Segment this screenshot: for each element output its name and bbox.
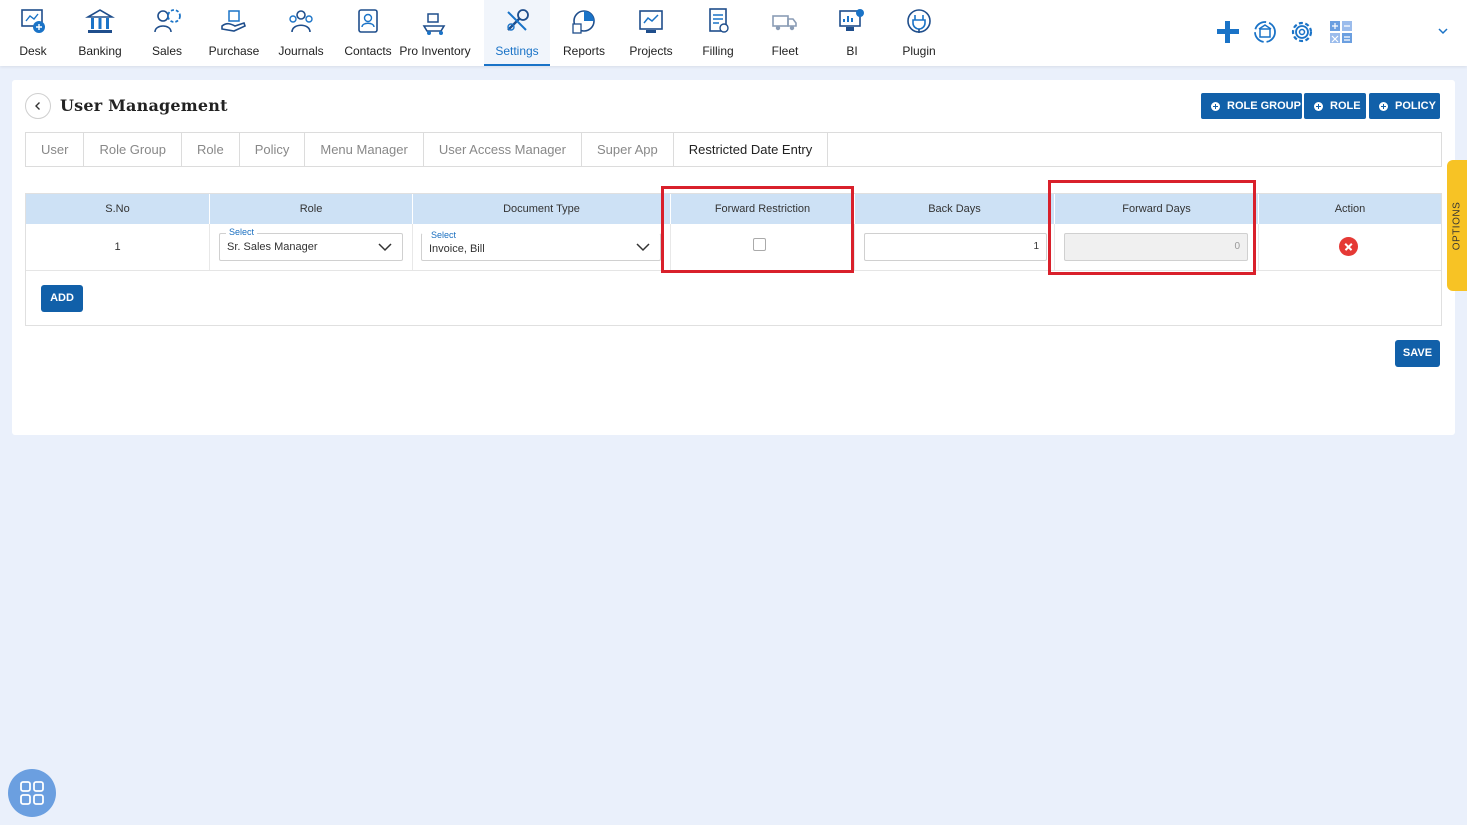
nav-item-label: Plugin — [902, 44, 936, 58]
refresh-sync-icon[interactable] — [1251, 18, 1279, 46]
back-days-input[interactable]: 1 — [864, 233, 1047, 261]
tab-super-app[interactable]: Super App — [582, 133, 674, 166]
plus-circle-icon — [1314, 101, 1323, 111]
desk-icon — [18, 6, 48, 36]
role-cell: Select Sr. Sales Manager — [210, 224, 413, 270]
forward-days-highlight — [1048, 180, 1256, 275]
role-select-label: Select — [226, 227, 258, 237]
action-cell — [1259, 224, 1441, 270]
document-type-cell: Select Invoice, Bill — [413, 224, 671, 270]
back-button[interactable] — [25, 93, 51, 119]
add-row-button[interactable]: ADD — [41, 285, 83, 312]
header-document-type: Document Type — [413, 194, 671, 224]
projects-icon — [636, 6, 666, 36]
tab-role-group[interactable]: Role Group — [84, 133, 182, 166]
nav-item-pro-inventory[interactable]: Pro Inventory — [399, 0, 471, 66]
fleet-icon — [770, 6, 800, 36]
chevron-down-icon[interactable] — [1436, 24, 1450, 38]
tab-role[interactable]: Role — [182, 133, 240, 166]
add-role-button[interactable]: ROLE — [1304, 93, 1366, 119]
tab-policy[interactable]: Policy — [240, 133, 306, 166]
inventory-icon — [420, 6, 450, 36]
user-management-tabs: User Role Group Role Policy Menu Manager… — [25, 132, 1442, 167]
nav-item-plugin[interactable]: Plugin — [886, 0, 952, 66]
reports-icon — [569, 6, 599, 36]
role-select-value: Sr. Sales Manager — [227, 241, 318, 253]
header-action: Action — [1334, 203, 1366, 215]
purchase-icon — [219, 6, 249, 36]
grid-icon — [20, 781, 44, 805]
add-icon[interactable] — [1214, 18, 1242, 46]
header-back-days: Back Days — [855, 194, 1055, 224]
tab-user-access-manager[interactable]: User Access Manager — [424, 133, 582, 166]
chevron-down-icon — [378, 243, 392, 252]
page-title: User Management — [60, 96, 228, 115]
filling-icon — [703, 6, 733, 36]
settings-icon — [502, 6, 532, 36]
plus-circle-icon — [1379, 101, 1388, 111]
tab-user[interactable]: User — [26, 133, 85, 166]
delete-row-icon[interactable] — [1339, 237, 1358, 256]
role-select[interactable]: Select Sr. Sales Manager — [219, 227, 403, 261]
chevron-down-icon — [636, 243, 650, 252]
journals-icon — [286, 6, 316, 36]
contacts-icon — [353, 6, 383, 36]
nav-item-label: Pro Inventory — [399, 44, 471, 58]
tab-menu-manager[interactable]: Menu Manager — [305, 133, 424, 166]
plus-circle-icon — [1211, 101, 1220, 111]
document-type-select-label: Select — [428, 230, 460, 240]
options-side-tab[interactable]: OPTIONS — [1447, 160, 1467, 291]
document-type-select-value: Invoice, Bill — [429, 243, 485, 255]
chevron-left-icon — [35, 102, 40, 110]
document-type-select[interactable]: Select Invoice, Bill — [421, 230, 661, 261]
bank-icon — [85, 6, 115, 36]
add-role-group-button[interactable]: ROLE GROUP — [1201, 93, 1302, 119]
plugin-icon — [904, 6, 934, 36]
back-days-cell: 1 — [855, 224, 1055, 270]
bi-icon — [837, 6, 867, 36]
add-policy-button[interactable]: POLICY — [1369, 93, 1440, 119]
sales-icon — [152, 6, 182, 36]
save-button[interactable]: SAVE — [1395, 340, 1440, 367]
top-navigation: Desk Banking Sales Purchase Journals Contacts… — [0, 0, 1467, 66]
row-sno: 1 — [26, 224, 210, 270]
app-grid-button[interactable] — [8, 769, 56, 817]
header-sno: S.No — [26, 194, 210, 224]
gear-icon[interactable] — [1288, 18, 1316, 46]
calculator-icon[interactable] — [1327, 18, 1355, 46]
forward-restriction-highlight — [661, 186, 854, 273]
tab-restricted-date-entry[interactable]: Restricted Date Entry — [674, 133, 829, 166]
header-role: Role — [210, 194, 413, 224]
